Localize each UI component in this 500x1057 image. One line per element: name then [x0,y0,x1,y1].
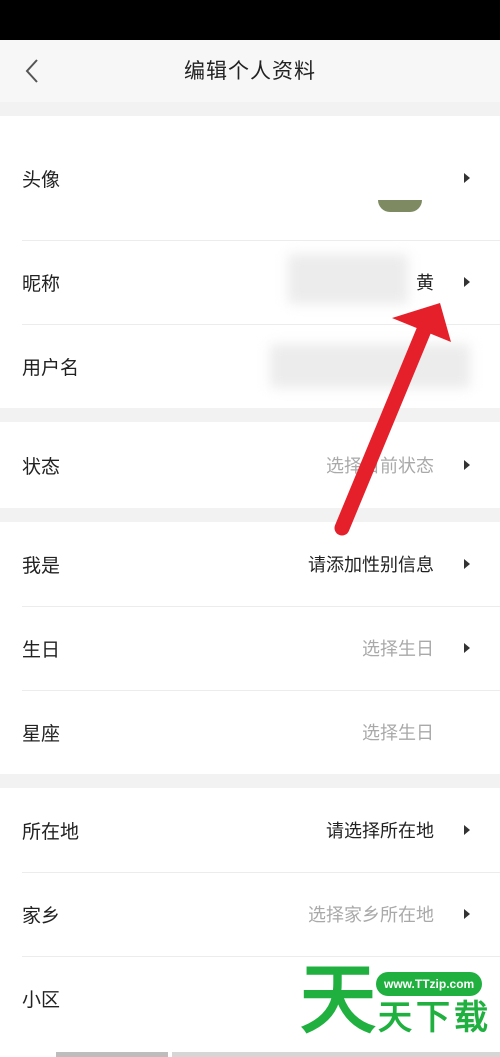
avatar-label: 头像 [22,168,61,191]
location-label: 所在地 [22,820,80,843]
nav-bar: 编辑个人资料 [0,40,500,102]
chevron-right-icon [464,825,470,835]
nickname-row[interactable]: 昵称 黄 [0,240,500,324]
status-label: 状态 [22,455,61,478]
username-label: 用户名 [22,356,80,379]
chevron-right-icon [464,559,470,569]
watermark-url: www.TTzip.com [376,972,483,996]
gender-row[interactable]: 我是 请添加性别信息 [0,522,500,606]
status-bar [0,0,500,40]
bottom-strip [172,1052,500,1057]
nickname-blur [288,254,408,304]
hometown-label: 家乡 [22,904,61,927]
page-title: 编辑个人资料 [184,59,316,83]
location-value: 请选择所在地 [326,821,434,842]
avatar[interactable] [378,200,422,212]
status-row[interactable]: 状态 选择目前状态 [0,422,500,508]
watermark-char: 天 [300,955,376,1044]
watermark-logo: 天 www.TTzip.com 天下载 [300,960,500,1057]
chevron-right-icon [464,643,470,653]
hometown-value: 选择家乡所在地 [308,905,434,926]
chevron-right-icon [464,277,470,287]
home-indicator [56,1052,168,1057]
watermark-text: 天下载 [378,998,492,1038]
nickname-label: 昵称 [22,272,61,295]
location-row[interactable]: 所在地 请选择所在地 [0,788,500,872]
birthday-label: 生日 [22,638,61,661]
status-value: 选择目前状态 [326,456,434,477]
gender-label: 我是 [22,554,61,577]
zodiac-value: 选择生日 [362,723,434,744]
zodiac-label: 星座 [22,722,61,745]
profile-group: 头像 昵称 黄 用户名 [0,116,500,408]
birthday-value: 选择生日 [362,639,434,660]
chevron-right-icon [464,460,470,470]
username-row: 用户名 [0,324,500,408]
avatar-row[interactable]: 头像 [0,116,500,240]
status-group: 状态 选择目前状态 [0,422,500,508]
birthday-row[interactable]: 生日 选择生日 [0,606,500,690]
gender-value: 请添加性别信息 [308,555,434,576]
chevron-right-icon [464,173,470,183]
personal-group: 我是 请添加性别信息 生日 选择生日 星座 选择生日 [0,522,500,774]
username-blur [270,344,470,388]
chevron-right-icon [464,909,470,919]
community-label: 小区 [22,988,61,1011]
zodiac-row: 星座 选择生日 [0,690,500,774]
hometown-row[interactable]: 家乡 选择家乡所在地 [0,872,500,956]
nickname-value: 黄 [416,273,434,294]
